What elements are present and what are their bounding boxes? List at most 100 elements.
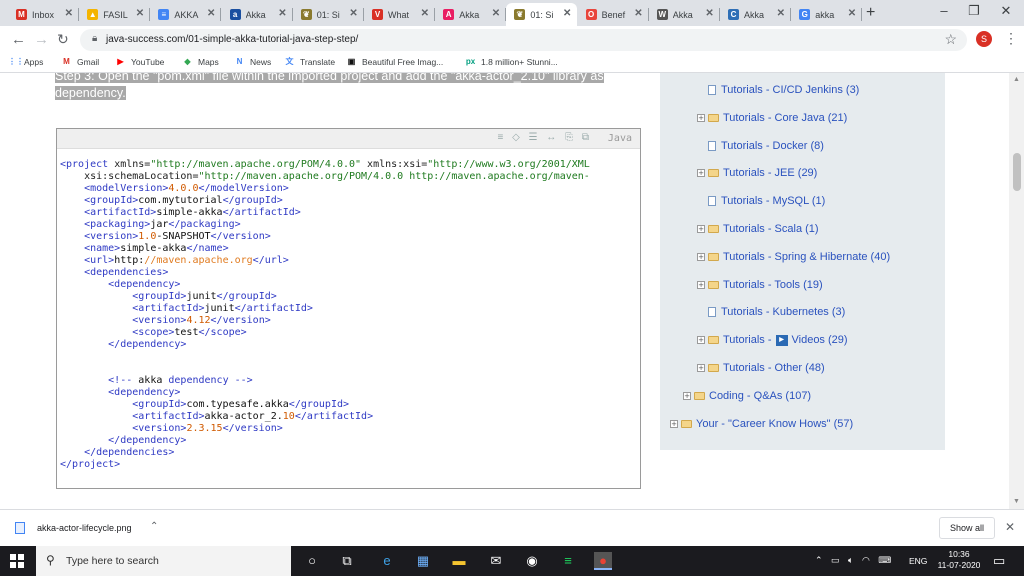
category-label[interactable]: Tutorials - CI/CD Jenkins (3) bbox=[721, 84, 859, 96]
category-label[interactable]: Your - "Career Know Hows" (57) bbox=[696, 418, 853, 430]
tab-close-icon[interactable]: ✕ bbox=[492, 8, 500, 19]
scroll-up-icon[interactable]: ▲ bbox=[1013, 76, 1020, 83]
sidebar-category-link[interactable]: + Tutorials - Core Java (21) bbox=[697, 112, 847, 124]
category-label[interactable]: Coding - Q&As (107) bbox=[709, 390, 811, 402]
browser-tab[interactable]: C Akka ✕ bbox=[720, 3, 791, 26]
tab-close-icon[interactable]: ✕ bbox=[421, 8, 429, 19]
scroll-down-icon[interactable]: ▼ bbox=[1013, 498, 1020, 505]
profile-avatar[interactable]: S bbox=[976, 31, 992, 47]
browser-tab[interactable]: W Akka ✕ bbox=[649, 3, 720, 26]
expand-icon[interactable]: + bbox=[683, 391, 691, 400]
notification-icon[interactable]: ▭ bbox=[993, 553, 1005, 569]
tab-close-icon[interactable]: ✕ bbox=[65, 8, 73, 19]
download-filename[interactable]: akka-actor-lifecycle.png bbox=[37, 523, 132, 533]
sidebar-category-link[interactable]: Tutorials - CI/CD Jenkins (3) bbox=[708, 84, 859, 96]
system-tray-icons[interactable]: ⌃ ▭ 🔈︎ ◠ ⌨ bbox=[815, 555, 894, 566]
reload-icon[interactable]: ↻ bbox=[57, 31, 69, 48]
category-label[interactable]: Tutorials - bbox=[723, 334, 772, 346]
category-label[interactable]: Tutorials - Tools (19) bbox=[723, 279, 823, 291]
tab-close-icon[interactable]: ✕ bbox=[848, 8, 856, 19]
code-toolbar-icons[interactable]: ≡ ◇ ☰ ↔ ⎘ ⧉ bbox=[497, 132, 592, 143]
tab-close-icon[interactable]: ✕ bbox=[349, 8, 357, 19]
category-label[interactable]: Tutorials - Core Java (21) bbox=[723, 112, 847, 124]
camera-icon[interactable]: ◉ bbox=[523, 552, 541, 570]
expand-icon[interactable]: + bbox=[697, 252, 705, 261]
sidebar-category-link[interactable]: + Tutorials - Tools (19) bbox=[697, 279, 823, 291]
sidebar-category-link[interactable]: + Tutorials - ▶ Videos (29) bbox=[697, 334, 848, 346]
sidebar-category-link[interactable]: + Tutorials - JEE (29) bbox=[697, 167, 817, 179]
url-text[interactable]: java-success.com/01-simple-akka-tutorial… bbox=[106, 34, 358, 45]
bookmark-item[interactable]: ⋮⋮ Apps bbox=[8, 56, 43, 67]
restore-button[interactable]: ❐ bbox=[964, 3, 984, 19]
bookmark-star-icon[interactable]: ☆ bbox=[944, 31, 957, 48]
edge-icon[interactable]: e bbox=[378, 552, 396, 570]
scrollbar-thumb[interactable] bbox=[1013, 153, 1021, 191]
bookmark-item[interactable]: M Gmail bbox=[61, 56, 99, 67]
language-indicator[interactable]: ENG bbox=[909, 556, 927, 566]
sidebar-category-link[interactable]: Tutorials - Docker (8) bbox=[708, 140, 824, 152]
expand-icon[interactable]: + bbox=[697, 169, 705, 178]
page-scrollbar[interactable]: ▲ ▼ bbox=[1009, 73, 1024, 509]
browser-menu-icon[interactable]: ⋮ bbox=[1004, 30, 1018, 47]
category-label[interactable]: Tutorials - MySQL (1) bbox=[721, 195, 825, 207]
sidebar-category-link[interactable]: Tutorials - Kubernetes (3) bbox=[708, 306, 845, 318]
expand-icon[interactable]: + bbox=[670, 419, 678, 428]
chrome-icon[interactable]: ● bbox=[594, 552, 612, 570]
browser-tab[interactable]: V What ✕ bbox=[364, 3, 435, 26]
task-view-icon[interactable]: ⧉ bbox=[338, 552, 356, 570]
new-tab-button[interactable]: + bbox=[866, 4, 875, 22]
category-label[interactable]: Tutorials - Spring & Hibernate (40) bbox=[723, 251, 890, 263]
bookmark-item[interactable]: ◆ Maps bbox=[182, 56, 218, 67]
search-placeholder[interactable]: Type here to search bbox=[66, 555, 159, 567]
sidebar-category-link[interactable]: + Tutorials - Other (48) bbox=[697, 362, 825, 374]
sidebar-category-link[interactable]: + Tutorials - Spring & Hibernate (40) bbox=[697, 251, 890, 263]
category-label[interactable]: Tutorials - Scala (1) bbox=[723, 223, 819, 235]
category-label[interactable]: Tutorials - Kubernetes (3) bbox=[721, 306, 845, 318]
sidebar-category-link[interactable]: + Coding - Q&As (107) bbox=[683, 390, 811, 402]
tab-close-icon[interactable]: ✕ bbox=[136, 8, 144, 19]
browser-tab[interactable]: Gakka ✕ bbox=[791, 3, 863, 26]
app-icon[interactable]: ≡ bbox=[559, 552, 577, 570]
browser-tab[interactable]: ≡ AKKA ✕ bbox=[150, 3, 222, 26]
browser-tab[interactable]: ▲ FASIL ✕ bbox=[79, 3, 151, 26]
sidebar-category-link[interactable]: Tutorials - MySQL (1) bbox=[708, 195, 825, 207]
category-label[interactable]: Tutorials - Docker (8) bbox=[721, 140, 824, 152]
category-label[interactable]: Tutorials - JEE (29) bbox=[723, 167, 817, 179]
expand-icon[interactable]: + bbox=[697, 280, 705, 289]
browser-tab[interactable]: ❦ 01: Si ✕ bbox=[506, 3, 578, 26]
bookmark-item[interactable]: ▶ YouTube bbox=[115, 56, 164, 67]
clock[interactable]: 10:36 11-07-2020 bbox=[937, 549, 981, 571]
close-window-button[interactable]: ✕ bbox=[996, 3, 1016, 19]
mail-icon[interactable]: ✉ bbox=[487, 552, 505, 570]
expand-icon[interactable]: + bbox=[697, 113, 705, 122]
browser-tab[interactable]: O Benef ✕ bbox=[578, 3, 649, 26]
show-all-button[interactable]: Show all bbox=[939, 517, 995, 539]
store-icon[interactable]: ▦ bbox=[414, 552, 432, 570]
taskbar-search[interactable]: ⚲ Type here to search bbox=[36, 546, 291, 576]
browser-tab[interactable]: a Akka ✕ bbox=[222, 3, 293, 26]
cortana-icon[interactable]: ○ bbox=[303, 552, 321, 570]
sidebar-category-link[interactable]: + Tutorials - Scala (1) bbox=[697, 223, 819, 235]
address-bar[interactable]: 🔒︎ java-success.com/01-simple-akka-tutor… bbox=[80, 29, 967, 51]
close-icon[interactable]: ✕ bbox=[1005, 520, 1015, 534]
browser-tab[interactable]: M Inbox ✕ bbox=[8, 3, 79, 26]
expand-icon[interactable]: + bbox=[697, 364, 705, 372]
bookmark-item[interactable]: N News bbox=[234, 56, 272, 67]
minimize-button[interactable]: – bbox=[934, 3, 954, 18]
tab-close-icon[interactable]: ✕ bbox=[563, 8, 571, 19]
back-icon[interactable]: ← bbox=[11, 31, 26, 48]
expand-icon[interactable]: + bbox=[697, 336, 705, 345]
tab-close-icon[interactable]: ✕ bbox=[777, 8, 785, 19]
tab-close-icon[interactable]: ✕ bbox=[278, 8, 286, 19]
file-explorer-icon[interactable]: ▬ bbox=[450, 552, 468, 570]
tab-close-icon[interactable]: ✕ bbox=[705, 8, 713, 19]
windows-start-icon[interactable] bbox=[10, 554, 24, 568]
category-label[interactable]: Tutorials - Other (48) bbox=[723, 362, 825, 374]
forward-icon[interactable]: → bbox=[34, 31, 49, 48]
bookmark-item[interactable]: px 1.8 million+ Stunni... bbox=[465, 56, 558, 67]
bookmark-item[interactable]: ▣ Beautiful Free Imag... bbox=[346, 56, 444, 67]
category-label-suffix[interactable]: Videos (29) bbox=[792, 334, 848, 346]
tab-close-icon[interactable]: ✕ bbox=[207, 8, 215, 19]
chevron-up-icon[interactable]: ⌃ bbox=[150, 521, 158, 532]
browser-tab[interactable]: ❦ 01: Si ✕ bbox=[293, 3, 364, 26]
